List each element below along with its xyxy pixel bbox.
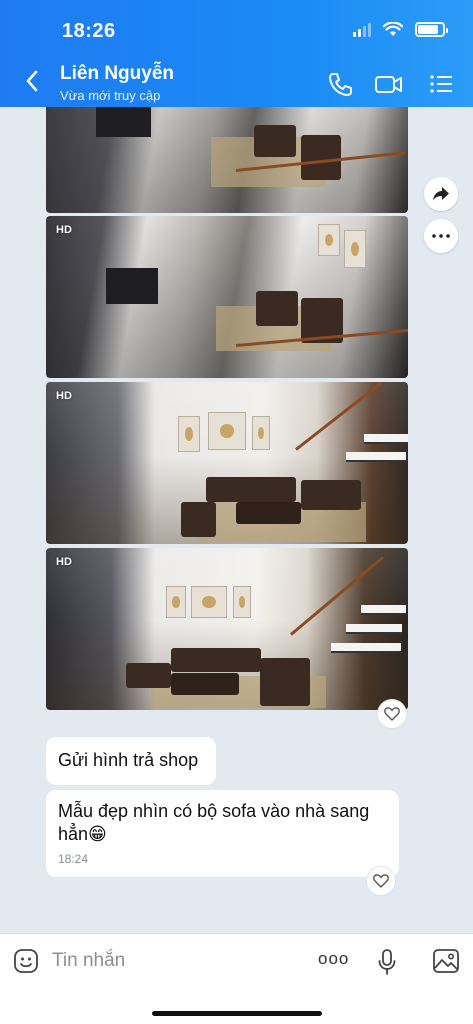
stair-shape bbox=[361, 605, 406, 615]
message-composer: Tin nhắn ooo bbox=[0, 933, 473, 1024]
wall-art-shape bbox=[208, 412, 246, 450]
more-options-button[interactable] bbox=[424, 219, 458, 253]
status-icons bbox=[353, 22, 448, 37]
image-icon[interactable] bbox=[432, 948, 460, 974]
side-table-shape bbox=[126, 663, 171, 688]
phone-icon[interactable] bbox=[326, 70, 354, 98]
emoji-icon[interactable] bbox=[13, 948, 39, 974]
sofa-shape bbox=[260, 658, 310, 706]
sofa-shape bbox=[256, 291, 298, 326]
photo-message-3[interactable]: HD bbox=[46, 382, 408, 544]
photo-message-2[interactable]: HD bbox=[46, 216, 408, 378]
wall-art-shape bbox=[252, 416, 270, 450]
stair-shape bbox=[346, 624, 402, 634]
wall-art-shape bbox=[318, 224, 340, 256]
heart-icon bbox=[384, 707, 400, 721]
side-table-shape bbox=[181, 502, 216, 537]
battery-icon bbox=[415, 22, 448, 37]
video-camera-icon[interactable] bbox=[374, 70, 404, 98]
wall-art-shape bbox=[233, 586, 251, 618]
message-text: Mẫu đẹp nhìn có bộ sofa vào nhà sang hẳn… bbox=[58, 801, 370, 844]
message-input[interactable]: Tin nhắn bbox=[52, 950, 125, 972]
message-bubble[interactable]: Mẫu đẹp nhìn có bộ sofa vào nhà sang hẳn… bbox=[46, 790, 399, 877]
share-arrow-icon bbox=[433, 187, 449, 201]
react-heart-button[interactable] bbox=[366, 866, 396, 896]
message-bubble[interactable]: Gửi hình trả shop bbox=[46, 737, 216, 785]
contact-status: Vừa mới truy cập bbox=[60, 88, 161, 103]
share-button[interactable] bbox=[424, 177, 458, 211]
hd-badge: HD bbox=[56, 556, 72, 568]
heart-icon bbox=[373, 874, 389, 888]
message-time: 18:24 bbox=[58, 852, 89, 866]
chevron-left-icon[interactable] bbox=[20, 66, 44, 96]
tv-shape bbox=[96, 107, 151, 137]
hd-badge: HD bbox=[56, 224, 72, 236]
home-indicator[interactable] bbox=[152, 1011, 322, 1016]
more-actions-button[interactable]: ooo bbox=[318, 949, 349, 969]
coffee-table-shape bbox=[171, 673, 239, 695]
status-time: 18:26 bbox=[62, 20, 116, 42]
wall-art-shape bbox=[191, 586, 227, 618]
stair-shape bbox=[331, 643, 401, 653]
sofa-shape bbox=[171, 648, 261, 672]
list-menu-icon[interactable] bbox=[428, 70, 456, 98]
react-heart-button[interactable] bbox=[377, 699, 407, 729]
photo-message-4[interactable]: HD bbox=[46, 548, 408, 710]
chat-area[interactable]: HD HD HD Gửi hình trả shop Mẫu đẹp nhìn … bbox=[0, 107, 473, 933]
more-dots-icon bbox=[432, 234, 450, 238]
message-text: Gửi hình trả shop bbox=[58, 750, 199, 770]
wifi-icon bbox=[383, 22, 403, 36]
coffee-table-shape bbox=[236, 502, 301, 524]
sofa-shape bbox=[254, 125, 296, 157]
photo-message-1[interactable] bbox=[46, 107, 408, 213]
sofa-shape bbox=[301, 480, 361, 510]
stair-shape bbox=[364, 434, 408, 444]
tv-shape bbox=[106, 268, 158, 304]
wall-art-shape bbox=[166, 586, 186, 618]
chat-header: 18:26 Liên Nguyễn Vừa mới truy cập bbox=[0, 0, 473, 107]
hd-badge: HD bbox=[56, 390, 72, 402]
sofa-shape bbox=[206, 477, 296, 502]
cellular-signal-icon bbox=[353, 22, 371, 37]
contact-name[interactable]: Liên Nguyễn bbox=[60, 63, 174, 85]
stair-shape bbox=[346, 452, 406, 462]
wall-art-shape bbox=[178, 416, 200, 452]
wall-art-shape bbox=[344, 230, 366, 268]
microphone-icon[interactable] bbox=[377, 948, 397, 976]
